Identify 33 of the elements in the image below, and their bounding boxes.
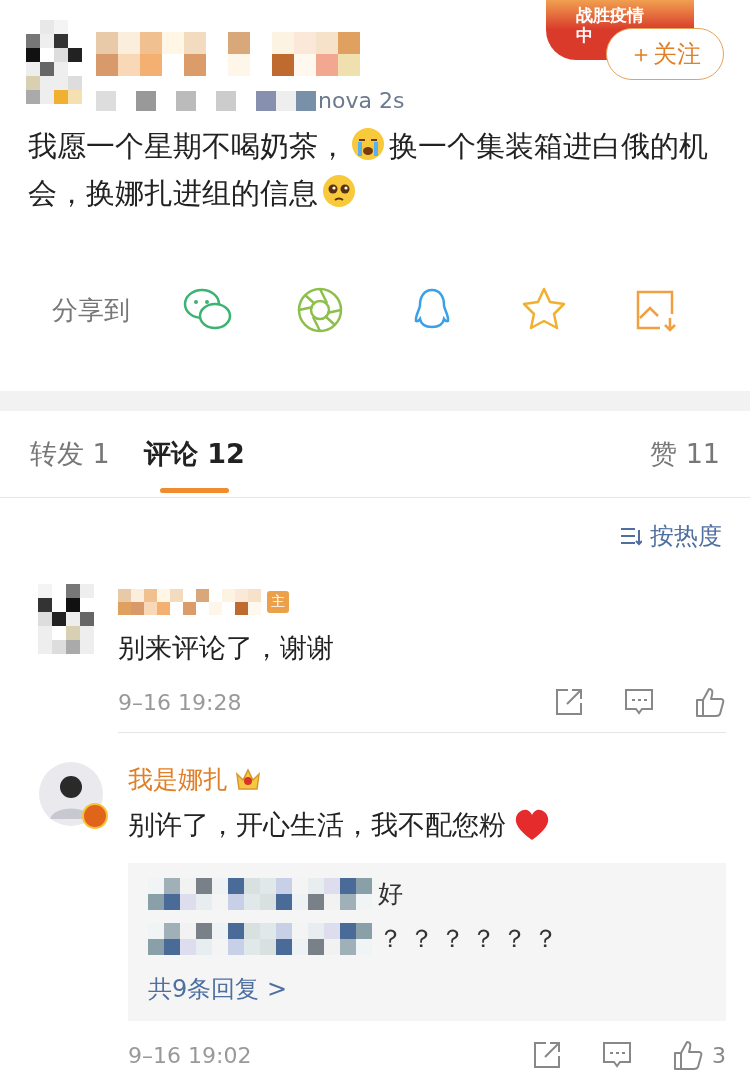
tab[interactable]: 评论 12 — [143, 411, 245, 497]
pixelated-avatar-drawing — [38, 584, 94, 654]
verified-badge-icon — [82, 803, 108, 829]
tab[interactable]: 转发 1 — [30, 411, 110, 497]
crown-icon — [234, 766, 262, 792]
heart-icon — [514, 808, 550, 842]
pleading-face-icon — [322, 174, 356, 208]
share-button[interactable] — [532, 1040, 562, 1070]
comment-time: 9–16 19:28 — [118, 689, 243, 715]
reply-text: ？？？？？？ — [378, 923, 564, 955]
reply-text: 好 — [378, 878, 409, 910]
reply-button[interactable] — [602, 1040, 632, 1070]
tab-underline — [159, 488, 229, 493]
device-name: nova 2s — [318, 88, 405, 113]
sort-icon — [620, 526, 642, 546]
reply-button[interactable] — [624, 687, 654, 717]
badge-text: 中 — [576, 25, 593, 45]
share-label: 分享到 — [52, 293, 130, 327]
tab[interactable]: 赞 11 — [650, 411, 720, 497]
post-text: 我愿一个星期不喝奶茶， 换一个集装箱进白俄的机会，换娜扎进组的信息 — [27, 126, 709, 212]
like-button[interactable] — [694, 686, 726, 718]
author-tag: 主 — [267, 591, 289, 613]
follow-button[interactable]: ＋关注 — [606, 28, 724, 80]
crying-face-icon — [351, 127, 385, 161]
comment-time: 9–16 19:02 — [128, 1042, 253, 1068]
comment-text: 别来评论了，谢谢 — [118, 631, 335, 665]
sort-button[interactable]: 按热度 — [620, 520, 722, 552]
more-replies-link[interactable]: 共9条回复 > — [148, 973, 706, 1005]
like-button[interactable]: 3 — [672, 1039, 726, 1071]
badge-text: 战胜疫情 — [576, 5, 644, 25]
commenter-name[interactable]: 我是娜扎 — [128, 762, 228, 796]
comment-text: 别许了，开心生活，我不配您粉 — [128, 805, 726, 845]
share-button[interactable] — [554, 687, 584, 717]
